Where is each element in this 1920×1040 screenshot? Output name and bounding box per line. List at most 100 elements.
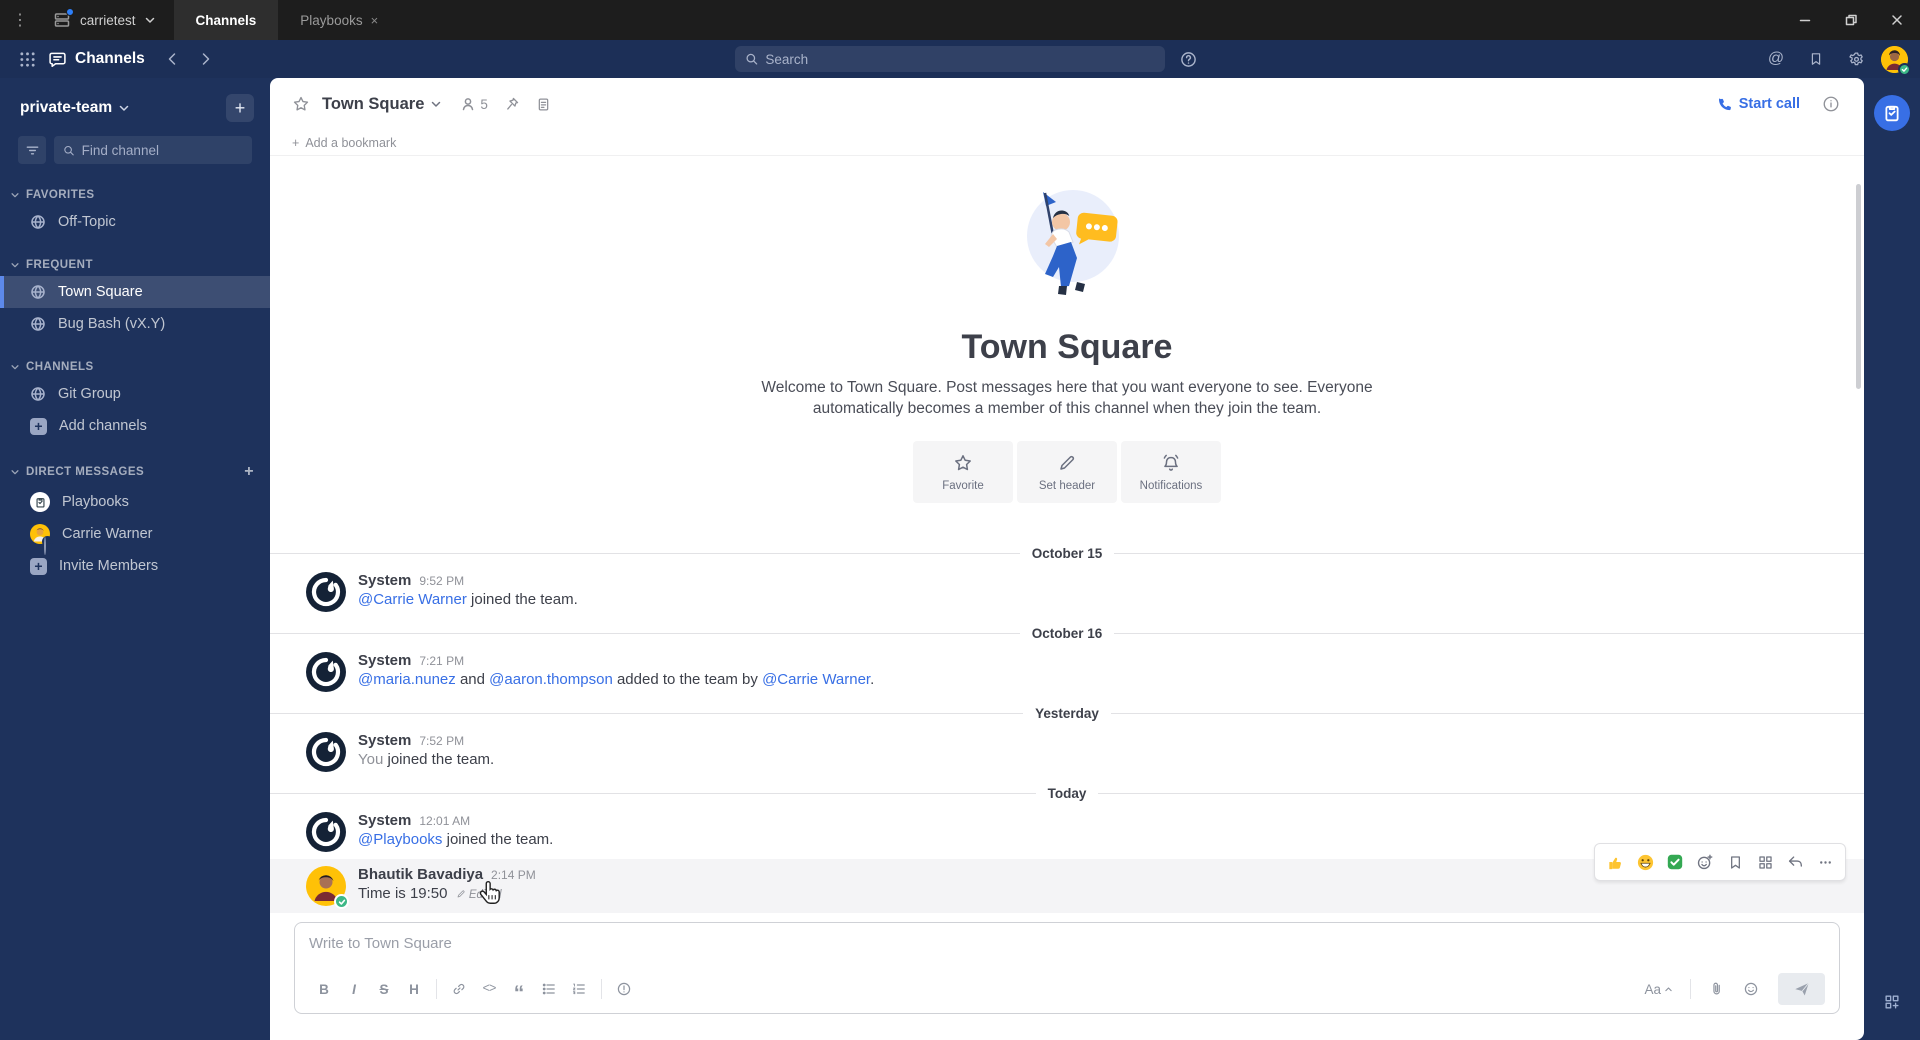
server-icon	[52, 8, 74, 30]
search-box[interactable]	[735, 46, 1165, 72]
sidebar-item-add-channels[interactable]: + Add channels	[0, 410, 270, 442]
sidebar-item-town-square[interactable]: Town Square	[0, 276, 270, 308]
app-menu-button[interactable]: ⋮	[0, 0, 40, 40]
post-sender[interactable]: System	[358, 732, 411, 749]
formatting-toggle-button[interactable]: Aa	[1638, 975, 1679, 1003]
app-bar	[1864, 78, 1920, 1040]
message-composer[interactable]: B I S H <> “	[294, 922, 1840, 1014]
scrollbar-thumb[interactable]	[1856, 184, 1861, 389]
channel-title-menu[interactable]: Town Square	[322, 95, 442, 114]
window-minimize-button[interactable]	[1782, 0, 1828, 40]
new-direct-message-button[interactable]: +	[244, 463, 254, 481]
mention-link[interactable]: @Playbooks	[358, 831, 442, 848]
sidebar-item-off-topic[interactable]: Off-Topic	[0, 206, 270, 238]
system-post[interactable]: System 7:52 PM You joined the team.	[270, 725, 1864, 779]
more-actions-button[interactable]	[1811, 848, 1839, 876]
help-button[interactable]	[1173, 45, 1203, 73]
save-post-button[interactable]	[1721, 848, 1749, 876]
intro-favorite-button[interactable]: Favorite	[913, 441, 1013, 503]
category-favorites[interactable]: FAVORITES	[0, 184, 270, 206]
category-frequent[interactable]: FREQUENT	[0, 254, 270, 276]
channel-members-button[interactable]: 5	[460, 96, 488, 112]
carrie-avatar	[30, 524, 53, 555]
add-bookmark-button[interactable]: + Add a bookmark	[270, 130, 1864, 156]
category-label: CHANNELS	[26, 361, 94, 373]
code-button[interactable]: <>	[474, 975, 504, 1003]
search-input[interactable]	[765, 51, 1155, 67]
window-restore-button[interactable]	[1828, 0, 1874, 40]
sidebar-item-playbooks-dm[interactable]: Playbooks	[0, 486, 270, 518]
sidebar-item-carrie-warner[interactable]: Carrie Warner	[0, 518, 270, 555]
find-channel-box[interactable]	[54, 136, 252, 164]
playbooks-app-button[interactable]	[1874, 95, 1910, 131]
team-name[interactable]: private-team	[20, 99, 112, 117]
online-status-badge	[1898, 62, 1911, 76]
send-message-button[interactable]	[1778, 973, 1825, 1005]
settings-button[interactable]	[1841, 45, 1871, 73]
window-close-button[interactable]	[1874, 0, 1920, 40]
category-channels[interactable]: CHANNELS	[0, 356, 270, 378]
question-circle-icon	[1180, 51, 1196, 67]
reply-button[interactable]	[1781, 848, 1809, 876]
pinned-posts-button[interactable]	[504, 96, 520, 112]
message-priority-button[interactable]	[609, 975, 639, 1003]
recent-mentions-button[interactable]: @	[1761, 45, 1791, 73]
channel-filter-button[interactable]	[18, 136, 46, 164]
user-post-hovered[interactable]: Bhautik Bavadiya 2:14 PM Time is 19:50 Ed…	[270, 843, 1864, 913]
strikethrough-button[interactable]: S	[369, 975, 399, 1003]
intro-set-header-button[interactable]: Set header	[1017, 441, 1117, 503]
category-direct-messages[interactable]: DIRECT MESSAGES +	[0, 458, 270, 486]
saved-posts-button[interactable]	[1801, 45, 1831, 73]
post-sender[interactable]: Bhautik Bavadiya	[358, 866, 483, 883]
mention-link[interactable]: @Carrie Warner	[762, 671, 870, 688]
bold-button[interactable]: B	[309, 975, 339, 1003]
channel-info-button[interactable]	[1822, 95, 1840, 113]
favorite-star-button[interactable]	[292, 95, 310, 113]
bhautik-avatar[interactable]	[306, 866, 349, 909]
tab-channels[interactable]: Channels	[173, 0, 279, 40]
mention-link[interactable]: @maria.nunez	[358, 671, 456, 688]
product-switcher-button[interactable]	[12, 45, 42, 73]
window-titlebar: ⋮ carrietest Channels Playbooks ×	[0, 0, 1920, 40]
channel-files-button[interactable]	[536, 97, 551, 112]
react-check-button[interactable]	[1661, 848, 1689, 876]
add-channels-plus-button[interactable]: +	[226, 94, 254, 122]
sidebar-item-git-group[interactable]: Git Group	[0, 378, 270, 410]
history-back-button[interactable]	[157, 45, 187, 73]
quote-button[interactable]: “	[504, 975, 534, 1004]
post-sender[interactable]: System	[358, 812, 411, 829]
tab-playbooks[interactable]: Playbooks ×	[278, 0, 400, 40]
sidebar-item-invite-members[interactable]: + Invite Members	[0, 550, 270, 582]
sidebar-item-bug-bash[interactable]: Bug Bash (vX.Y)	[0, 308, 270, 340]
intro-notifications-button[interactable]: Notifications	[1121, 441, 1221, 503]
react-smile-button[interactable]	[1631, 848, 1659, 876]
italic-button[interactable]: I	[339, 975, 369, 1003]
product-title: Channels	[48, 50, 145, 69]
react-thumbsup-button[interactable]	[1601, 848, 1629, 876]
numbered-list-button[interactable]	[564, 975, 594, 1003]
message-input[interactable]	[309, 935, 1825, 952]
server-selector[interactable]: carrietest	[40, 0, 174, 40]
app-marketplace-button[interactable]	[1883, 993, 1901, 1016]
bullet-list-button[interactable]	[534, 975, 564, 1003]
start-call-button[interactable]: Start call	[1717, 96, 1800, 112]
link-button[interactable]	[444, 975, 474, 1003]
add-reaction-button[interactable]	[1691, 848, 1719, 876]
user-avatar[interactable]	[1881, 45, 1911, 76]
history-forward-button[interactable]	[191, 45, 221, 73]
post-sender[interactable]: System	[358, 572, 411, 589]
attach-file-button[interactable]	[1702, 975, 1732, 1003]
close-tab-icon[interactable]: ×	[371, 13, 379, 28]
category-label: FAVORITES	[26, 189, 95, 201]
emoji-picker-button[interactable]	[1736, 975, 1766, 1003]
mention-link[interactable]: @aaron.thompson	[489, 671, 613, 688]
mention-link[interactable]: @Carrie Warner	[358, 591, 467, 608]
post-actions-button[interactable]	[1751, 848, 1779, 876]
smiley-icon	[1744, 982, 1758, 996]
heading-button[interactable]: H	[399, 975, 429, 1003]
system-post[interactable]: System 9:52 PM @Carrie Warner joined the …	[270, 565, 1864, 619]
find-channel-input[interactable]	[81, 142, 243, 158]
system-post[interactable]: System 7:21 PM @maria.nunez and @aaron.th…	[270, 645, 1864, 699]
post-sender[interactable]: System	[358, 652, 411, 669]
post-timestamp: 7:21 PM	[419, 654, 465, 668]
